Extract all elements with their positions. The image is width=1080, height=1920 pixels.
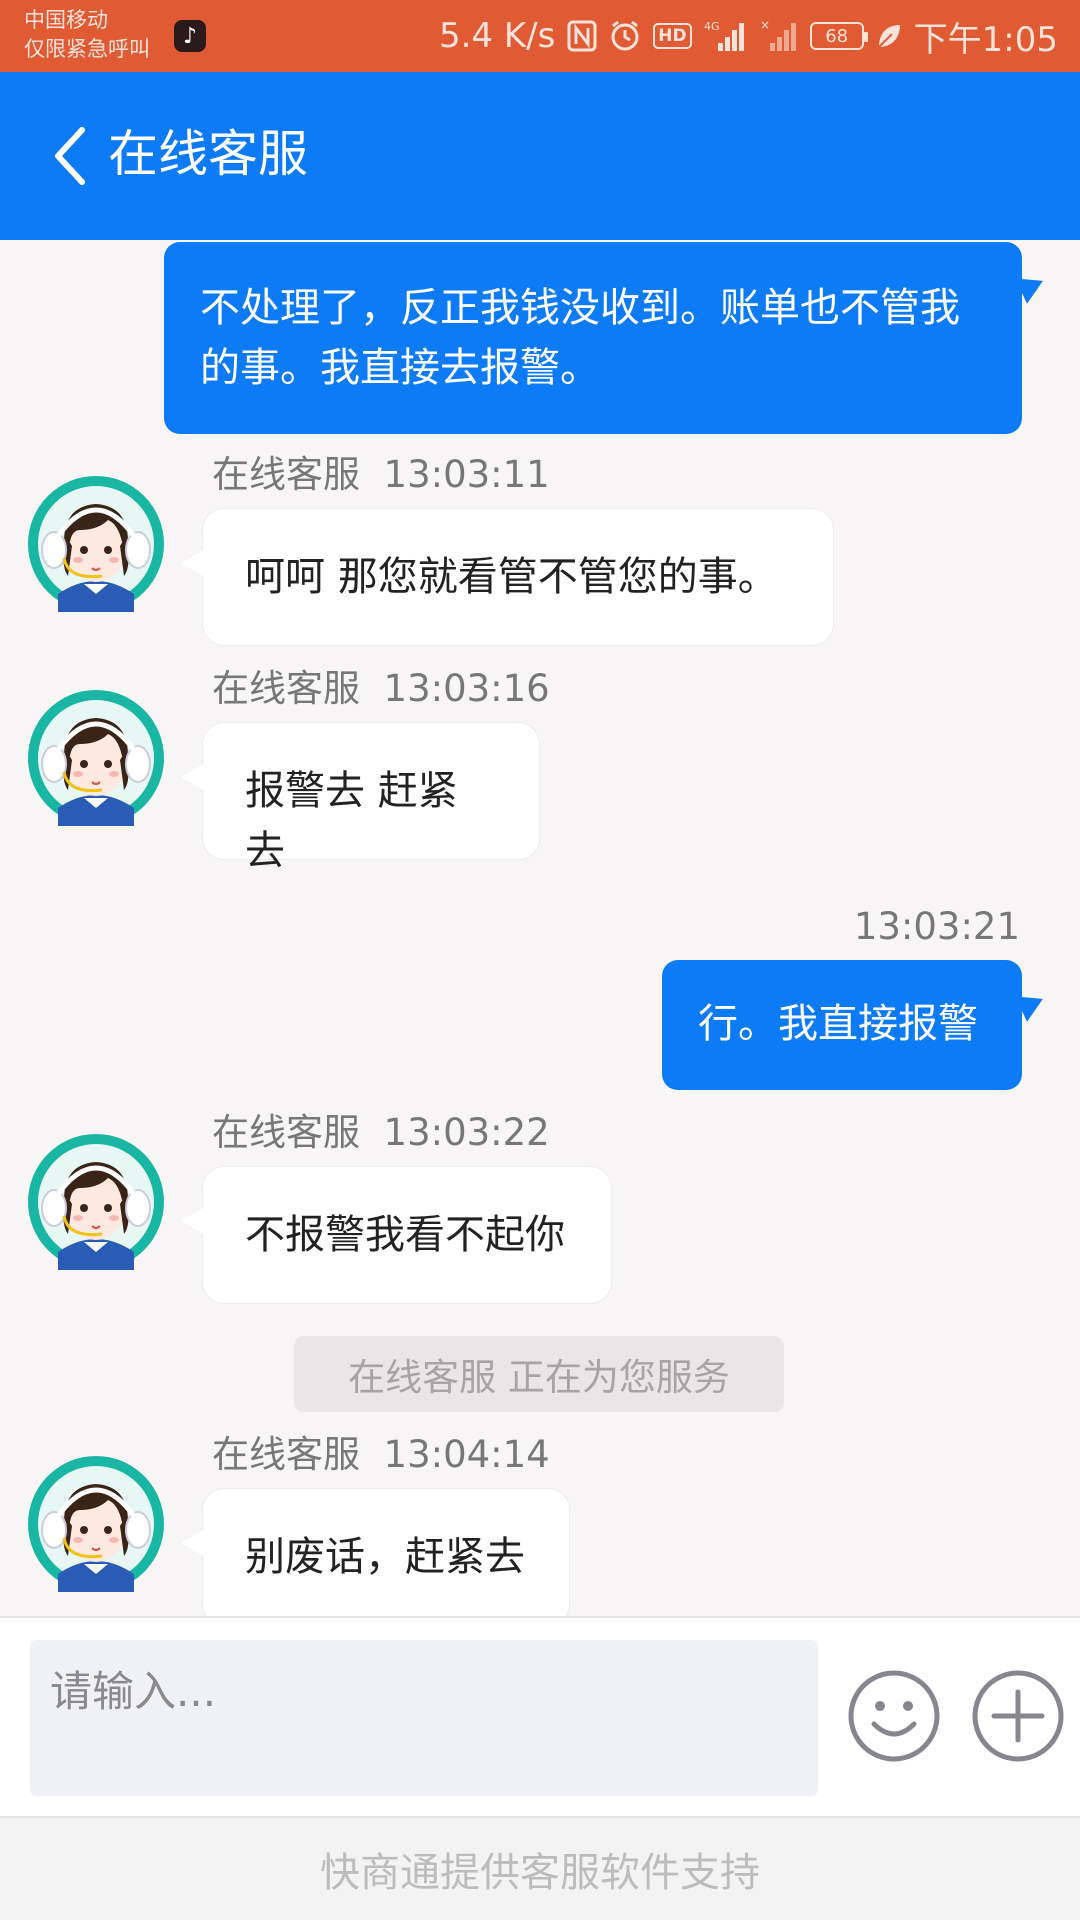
incoming-message-bubble: 呵呵 那您就看管不管您的事。 [181,508,834,646]
agent-avatar [28,1134,164,1270]
message-time: 13:03:16 [383,667,550,710]
carrier-status: 仅限紧急呼叫 [24,37,150,61]
agent-avatar [28,690,164,826]
clock: 下午1:05 [913,19,1058,60]
chevron-left-icon [55,127,85,185]
smiley-icon [848,1670,940,1762]
hd-icon: HD [653,23,692,49]
plus-circle-icon [972,1670,1064,1762]
svg-text:4G: 4G [704,20,720,33]
message-meta: 在线客服 13:03:22 [212,1108,550,1158]
message-text: 报警去 赶紧去 [245,768,458,874]
chat-history[interactable]: 不处理了，反正我钱没收到。账单也不管我的事。我直接去报警。 在线客服 13:03… [0,240,1080,1616]
message-meta: 在线客服 13:04:14 [212,1430,550,1480]
page-title: 在线客服 [108,125,308,183]
message-time: 13:03:11 [383,453,550,496]
outgoing-message-bubble: 不处理了，反正我钱没收到。账单也不管我的事。我直接去报警。 [164,242,1022,434]
incoming-message-bubble: 不报警我看不起你 [181,1166,612,1304]
message-time: 13:03:22 [383,1111,550,1154]
message-input[interactable] [30,1640,818,1796]
message-text: 呵呵 那您就看管不管您的事。 [245,554,778,600]
sender-name: 在线客服 [212,1433,360,1476]
message-time: 13:03:21 [853,905,1020,948]
sender-name: 在线客服 [212,667,360,710]
carrier-info: 中国移动 仅限紧急呼叫 [24,6,150,64]
agent-avatar [28,1456,164,1592]
battery-icon: 68 [809,22,868,50]
svg-text:×: × [760,19,770,32]
message-time: 13:04:14 [383,1433,550,1476]
agent-avatar [28,476,164,612]
message-text: 不处理了，反正我钱没收到。账单也不管我的事。我直接去报警。 [200,285,960,391]
emoji-button[interactable] [846,1668,942,1764]
input-bar [0,1616,1080,1816]
status-bar: 中国移动 仅限紧急呼叫 ♪ 5.4 K/s HD 4G × 68 下午1:05 [0,0,1080,72]
4g-signal-icon: 4G [704,19,748,53]
message-text: 不报警我看不起你 [245,1212,565,1258]
message-meta: 在线客服 13:03:16 [212,664,550,714]
message-text: 行。我直接报警 [698,1001,978,1047]
sender-name: 在线客服 [212,453,360,496]
network-speed: 5.4 K/s [438,16,556,56]
message-text: 别废话，赶紧去 [245,1534,525,1580]
battery-level: 68 [825,25,849,47]
service-status-notice: 在线客服 正在为您服务 [294,1336,784,1412]
no-signal-icon: × [760,19,798,53]
alarm-icon [609,20,641,52]
message-meta: 在线客服 13:03:11 [212,450,550,500]
sender-name: 在线客服 [212,1111,360,1154]
outgoing-message-bubble: 行。我直接报警 [662,960,1022,1090]
incoming-message-bubble: 报警去 赶紧去 [181,722,540,874]
status-indicators: 5.4 K/s HD 4G × 68 下午1:05 [438,14,1058,60]
powered-by-footer: 快商通提供客服软件支持 [0,1816,1080,1920]
leaf-icon [876,22,902,50]
back-button[interactable] [40,116,100,196]
add-button[interactable] [970,1668,1066,1764]
carrier-name: 中国移动 [24,8,108,32]
tiktok-icon: ♪ [174,20,206,52]
incoming-message-bubble: 别废话，赶紧去 [181,1488,570,1616]
app-header: 在线客服 [0,72,1080,240]
nfc-icon [567,20,597,52]
